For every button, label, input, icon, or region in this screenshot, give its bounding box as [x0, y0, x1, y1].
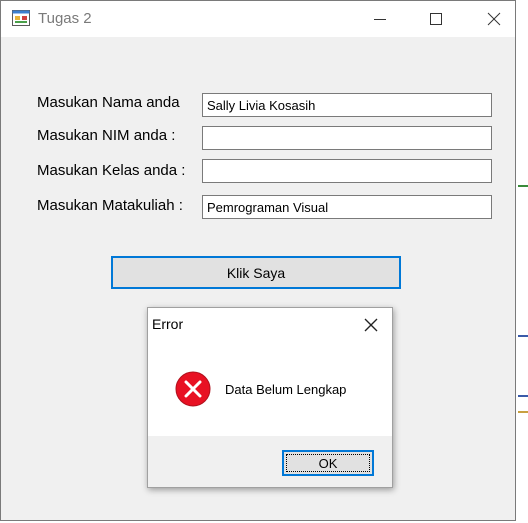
- background-app-edge: [518, 185, 528, 187]
- label-nim: Masukan NIM anda :: [37, 127, 176, 144]
- close-button[interactable]: [471, 1, 517, 37]
- label-matakuliah: Masukan Matakuliah :: [37, 197, 183, 214]
- error-dialog: Error Data Belum Lengkap OK: [147, 307, 393, 488]
- ok-button[interactable]: OK: [282, 450, 374, 476]
- dialog-title: Error: [152, 316, 184, 332]
- label-nama: Masukan Nama anda: [37, 94, 180, 111]
- background-app-edge: [518, 411, 528, 413]
- background-app-edge: [518, 335, 528, 337]
- close-icon: [487, 12, 501, 26]
- dialog-footer: OK: [148, 436, 392, 487]
- minimize-button[interactable]: [357, 1, 403, 37]
- nim-input[interactable]: [202, 126, 492, 150]
- window-title: Tugas 2: [38, 10, 92, 27]
- nama-input[interactable]: [202, 93, 492, 117]
- maximize-button[interactable]: [413, 1, 459, 37]
- maximize-icon: [430, 13, 442, 25]
- kelas-input[interactable]: [202, 159, 492, 183]
- ok-button-label: OK: [318, 455, 338, 471]
- klik-saya-button[interactable]: Klik Saya: [111, 256, 401, 289]
- minimize-icon: [374, 19, 386, 20]
- matakuliah-input[interactable]: [202, 195, 492, 219]
- app-icon: [12, 10, 30, 26]
- error-icon: [175, 371, 211, 407]
- label-kelas: Masukan Kelas anda :: [37, 162, 186, 179]
- dialog-close-button[interactable]: [352, 310, 388, 338]
- close-icon: [364, 318, 378, 332]
- dialog-message: Data Belum Lengkap: [225, 382, 347, 397]
- title-bar[interactable]: Tugas 2: [1, 1, 515, 37]
- background-app-edge: [518, 395, 528, 397]
